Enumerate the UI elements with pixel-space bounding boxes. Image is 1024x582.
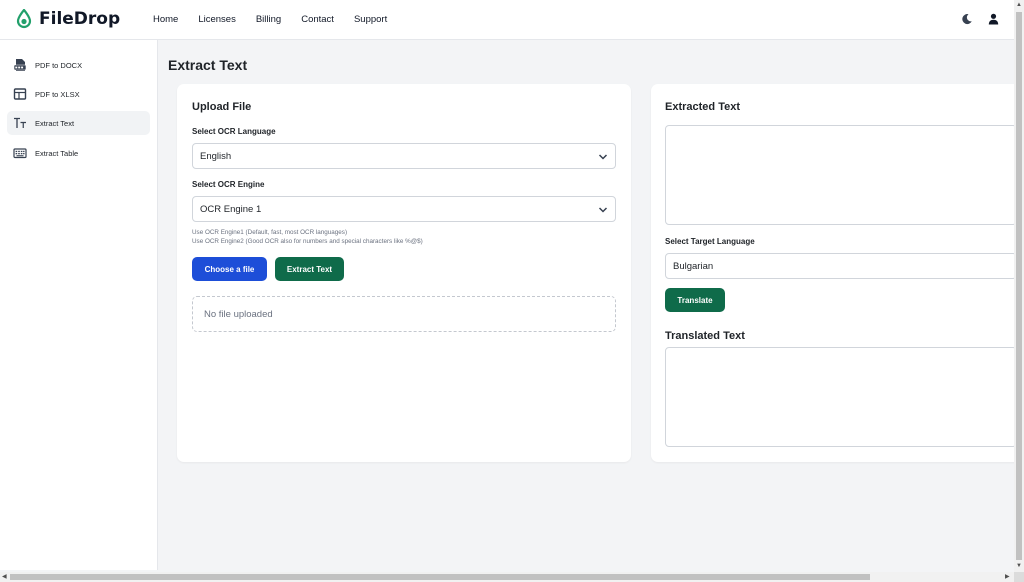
ocr-language-value: English <box>200 150 232 162</box>
sidebar: PDF to DOCX PDF to XLSX Extract Text Ext… <box>0 40 158 570</box>
sidebar-item-label: Extract Text <box>35 118 75 128</box>
sidebar-item-label: PDF to XLSX <box>35 89 80 99</box>
scroll-left-arrow-icon[interactable]: ◀ <box>2 574 7 580</box>
brand-name: FileDrop <box>39 9 121 29</box>
scroll-down-arrow-icon[interactable]: ▼ <box>1016 563 1022 569</box>
sidebar-item-extract-text[interactable]: Extract Text <box>7 111 150 135</box>
ocr-engine-label: Select OCR Engine <box>192 180 265 189</box>
dropzone-text: No file uploaded <box>204 308 273 320</box>
user-icon[interactable] <box>988 13 999 25</box>
sidebar-item-label: PDF to DOCX <box>35 60 83 70</box>
sidebar-item-pdf-to-xlsx[interactable]: PDF to XLSX <box>7 82 150 106</box>
scroll-up-arrow-icon[interactable]: ▲ <box>1016 2 1022 8</box>
ocr-language-label: Select OCR Language <box>192 127 276 136</box>
scrollbar-corner <box>1014 572 1024 582</box>
text-format-icon <box>14 117 26 128</box>
table-layout-icon <box>13 88 27 100</box>
upload-title: Upload File <box>192 101 252 113</box>
chevron-down-icon <box>598 154 608 160</box>
extracted-text-area[interactable] <box>665 125 1017 225</box>
help-line-engine2: Use OCR Engine2 (Good OCR also for numbe… <box>192 238 423 245</box>
nav-home[interactable]: Home <box>153 14 178 25</box>
ocr-engine-help: Use OCR Engine1 (Default, fast, most OCR… <box>192 228 423 246</box>
ocr-language-select[interactable]: English <box>192 143 616 169</box>
filedrop-logo-icon <box>16 9 32 29</box>
ocr-engine-value: OCR Engine 1 <box>200 203 262 215</box>
docx-file-icon <box>13 59 27 71</box>
translated-text-area[interactable] <box>665 347 1017 447</box>
keyboard-table-icon <box>13 148 27 159</box>
extracted-text-title: Extracted Text <box>665 101 740 113</box>
file-dropzone[interactable]: No file uploaded <box>192 296 616 332</box>
sidebar-item-extract-table[interactable]: Extract Table <box>7 141 150 165</box>
chevron-down-icon <box>598 207 608 213</box>
sidebar-item-pdf-to-docx[interactable]: PDF to DOCX <box>7 53 150 77</box>
ocr-engine-select[interactable]: OCR Engine 1 <box>192 196 616 222</box>
target-language-select[interactable]: Bulgarian <box>665 253 1017 279</box>
brand-logo[interactable]: FileDrop <box>15 9 120 29</box>
translate-button[interactable]: Translate <box>665 288 725 312</box>
target-language-label: Select Target Language <box>665 237 755 246</box>
nav-contact[interactable]: Contact <box>301 14 334 25</box>
nav-support[interactable]: Support <box>354 14 387 25</box>
scroll-right-arrow-icon[interactable]: ▶ <box>1005 574 1010 580</box>
top-header: FileDrop Home Licenses Billing Contact S… <box>0 0 1014 40</box>
vertical-scrollbar-thumb[interactable] <box>1016 12 1022 560</box>
help-line-engine1: Use OCR Engine1 (Default, fast, most OCR… <box>192 229 348 236</box>
moon-icon[interactable] <box>961 13 973 25</box>
translated-text-title: Translated Text <box>665 330 745 342</box>
extract-text-button[interactable]: Extract Text <box>275 257 344 281</box>
horizontal-scrollbar-thumb[interactable] <box>10 574 870 580</box>
nav-licenses[interactable]: Licenses <box>198 14 236 25</box>
choose-file-button[interactable]: Choose a file <box>192 257 267 281</box>
sidebar-item-label: Extract Table <box>35 148 79 158</box>
main-nav: Home Licenses Billing Contact Support <box>153 14 407 25</box>
nav-billing[interactable]: Billing <box>256 14 281 25</box>
page-title: Extract Text <box>168 57 248 73</box>
target-language-value: Bulgarian <box>673 260 714 272</box>
